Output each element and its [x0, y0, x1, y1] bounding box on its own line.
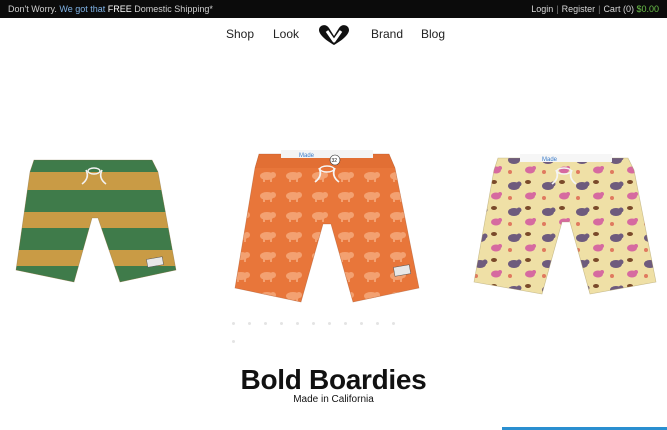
bear-shorts-image: Made: [473, 154, 657, 295]
carousel-dot[interactable]: [360, 322, 363, 325]
size-tag: 32: [332, 158, 338, 164]
nav-look[interactable]: Look: [273, 27, 299, 41]
product-stripe-shorts[interactable]: [10, 154, 182, 288]
hero-headline: Bold Boardies: [240, 364, 427, 395]
carousel-dot[interactable]: [232, 322, 235, 325]
cart-label: Cart (0): [603, 4, 634, 14]
promo-text: Don't Worry.: [8, 4, 60, 14]
register-link[interactable]: Register: [562, 4, 596, 14]
promo-accent: We got that: [59, 4, 106, 14]
svg-text:Made: Made: [299, 153, 315, 159]
carousel-dots[interactable]: [232, 312, 422, 343]
nav-shop[interactable]: Shop: [226, 27, 254, 41]
brand-logo[interactable]: [317, 22, 351, 46]
login-link[interactable]: Login: [531, 4, 553, 14]
product-bear-shorts[interactable]: Made: [470, 150, 662, 298]
carousel-dot[interactable]: [264, 322, 267, 325]
hero-subline: Made in California: [293, 394, 374, 405]
stripe-shorts-image: [15, 159, 177, 283]
carousel-dot[interactable]: [232, 340, 235, 343]
account-links: Login | Register | Cart (0) $0.00: [531, 0, 659, 18]
divider: |: [598, 4, 601, 14]
promo-shipping: Domestic Shipping*: [131, 4, 213, 14]
promo-free: FREE: [105, 4, 132, 14]
divider: |: [556, 4, 559, 14]
shipping-promo: Don't Worry. We got that FREE Domestic S…: [8, 0, 213, 18]
carousel-dot[interactable]: [376, 322, 379, 325]
carousel-dot[interactable]: [248, 322, 251, 325]
bison-shorts-image: Made 32: [234, 150, 420, 303]
cart-link[interactable]: Cart (0) $0.00: [603, 4, 659, 14]
carousel-dot[interactable]: [392, 322, 395, 325]
carousel-dot[interactable]: [296, 322, 299, 325]
heart-logo-icon: [319, 25, 349, 45]
carousel-dot[interactable]: [328, 322, 331, 325]
nav-brand[interactable]: Brand: [371, 27, 403, 41]
carousel-dot[interactable]: [344, 322, 347, 325]
carousel-dot[interactable]: [312, 322, 315, 325]
nav-blog[interactable]: Blog: [421, 27, 445, 41]
product-bison-shorts[interactable]: Made 32: [229, 146, 425, 308]
top-bar: Don't Worry. We got that FREE Domestic S…: [0, 0, 667, 18]
cart-total: $0.00: [636, 4, 659, 14]
carousel-dot[interactable]: [280, 322, 283, 325]
svg-text:Made: Made: [542, 157, 558, 163]
